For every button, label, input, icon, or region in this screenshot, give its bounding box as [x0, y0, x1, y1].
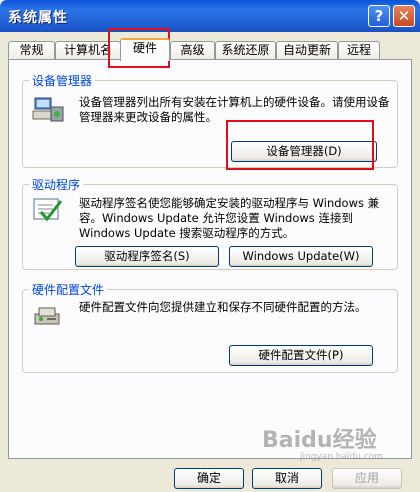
tab-computer-name[interactable]: 计算机名: [55, 41, 121, 60]
driver-signing-button[interactable]: 驱动程序签名(S): [75, 246, 219, 267]
baidu-watermark: Baidu经验: [262, 428, 377, 453]
tab-general[interactable]: 常规: [8, 41, 55, 60]
title-bar[interactable]: 系统属性 ? ✕: [0, 0, 420, 32]
device-manager-group: 设备管理器 设备管理器列出所有安装在计算机上的硬件设备。请使用设备管理器来更改设…: [22, 72, 398, 168]
device-manager-icon: [32, 97, 64, 122]
tab-system-restore[interactable]: 系统还原: [215, 41, 276, 60]
ok-button[interactable]: 确定: [174, 468, 244, 489]
drivers-description: 驱动程序签名使您能够确定安装的驱动程序与 Windows 兼容。Windows …: [79, 196, 380, 240]
drivers-group-title: 驱动程序: [29, 176, 84, 193]
close-button[interactable]: ✕: [393, 5, 415, 27]
window-title: 系统属性: [8, 10, 68, 26]
tab-remote[interactable]: 远程: [338, 41, 380, 60]
hardware-profiles-button[interactable]: 硬件配置文件(P): [229, 345, 373, 366]
tab-automatic-updates[interactable]: 自动更新: [276, 41, 338, 60]
cancel-button[interactable]: 取消: [252, 468, 322, 489]
device-manager-group-title: 设备管理器: [29, 72, 96, 89]
apply-button[interactable]: 应用: [332, 468, 402, 489]
hardware-profiles-description: 硬件配置文件向您提供建立和保存不同硬件配置的方法。: [79, 300, 367, 314]
windows-update-button[interactable]: Windows Update(W): [229, 246, 373, 267]
drivers-group: 驱动程序 驱动程序签名使您能够确定安装的驱动程序与 Windows 兼容。Win…: [22, 176, 398, 270]
system-properties-window: 系统属性 ? ✕ 常规 计算机名 硬件 高级 系统还原 自动更新 远程 设备管理…: [0, 0, 420, 492]
hardware-profiles-icon: [34, 307, 60, 325]
tab-strip: 常规 计算机名 硬件 高级 系统还原 自动更新 远程: [8, 38, 412, 61]
tab-advanced[interactable]: 高级: [170, 41, 215, 60]
hardware-profiles-group: 硬件配置文件 硬件配置文件向您提供建立和保存不同硬件配置的方法。 硬件配置文件(…: [22, 281, 398, 373]
hardware-profiles-group-title: 硬件配置文件: [29, 281, 108, 298]
tab-hardware[interactable]: 硬件: [120, 38, 170, 61]
driver-signing-icon: [33, 198, 63, 222]
help-button[interactable]: ?: [368, 5, 390, 27]
device-manager-description: 设备管理器列出所有安装在计算机上的硬件设备。请使用设备管理器来更改设备的属性。: [79, 95, 390, 124]
device-manager-button[interactable]: 设备管理器(D): [231, 141, 377, 162]
baidu-watermark-url: jingyan.baidu.com: [300, 452, 384, 462]
